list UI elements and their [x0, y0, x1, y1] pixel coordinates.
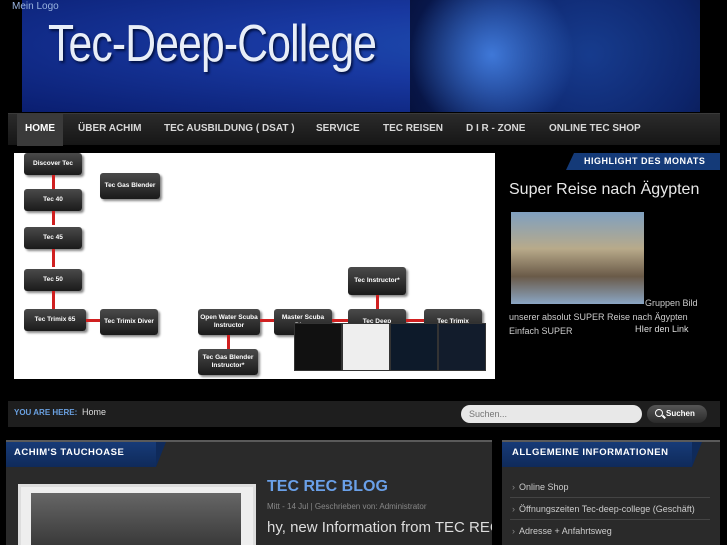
- flow-box: Tec 50: [24, 269, 82, 291]
- highlight-link[interactable]: HIer den Link: [635, 324, 689, 334]
- search-button-label: Suchen: [666, 409, 695, 418]
- divider: [510, 519, 710, 520]
- breadcrumb-label: YOU ARE HERE:: [14, 408, 78, 417]
- post-body: hy, new Information from TEC REC,: [267, 519, 492, 536]
- info-link-adresse[interactable]: Adresse + Anfahrtsweg: [512, 526, 612, 536]
- slide-thumbnail[interactable]: [438, 323, 486, 371]
- search-icon: [655, 409, 663, 417]
- highlight-caption: Gruppen Bild: [645, 298, 698, 308]
- main-nav: HOME ÜBER ACHIM TEC AUSBILDUNG ( DSAT ) …: [8, 113, 720, 146]
- info-link-oeffnungszeiten[interactable]: Öffnungszeiten Tec-deep-college (Geschäf…: [512, 504, 695, 514]
- right-panel-tab: ALLGEMEINE INFORMATIONEN: [502, 442, 702, 467]
- flow-box: Tec Gas Blender: [100, 173, 160, 199]
- nav-item-service[interactable]: SERVICE: [316, 114, 360, 146]
- flow-box: Tec 40: [24, 189, 82, 211]
- nav-item-tec-ausbildung[interactable]: TEC AUSBILDUNG ( DSAT ): [164, 114, 295, 146]
- divider: [510, 497, 710, 498]
- nav-item-home[interactable]: HOME: [17, 114, 63, 146]
- header-banner: Tec-Deep-College: [22, 0, 700, 112]
- info-link-online-shop[interactable]: Online Shop: [512, 482, 569, 492]
- nav-item-dir-zone[interactable]: D I R - ZONE: [466, 114, 525, 146]
- highlight-image[interactable]: [511, 212, 644, 304]
- post-meta: Mitt - 14 Jul | Geschrieben von: Adminis…: [267, 502, 427, 511]
- nav-item-online-tec-shop[interactable]: ONLINE TEC SHOP: [549, 114, 641, 146]
- slide-thumbnail[interactable]: [294, 323, 342, 371]
- slideshow[interactable]: Discover Tec Tec 40 Tec 45 Tec 50 Tec Tr…: [14, 153, 495, 379]
- slide-thumbnail[interactable]: [390, 323, 438, 371]
- flow-box: Open Water Scuba Instructor: [198, 309, 260, 335]
- flow-box: Discover Tec: [24, 153, 82, 175]
- flow-box: Tec Trimix 65: [24, 309, 86, 331]
- flow-box: Tec Gas Blender Instructor*: [198, 349, 258, 375]
- nav-item-tec-reisen[interactable]: TEC REISEN: [383, 114, 443, 146]
- flow-box: Tec Trimix Diver: [100, 309, 158, 335]
- highlight-tab: HIGHLIGHT DES MONATS: [566, 153, 720, 170]
- flow-box: Tec Instructor*: [348, 267, 406, 295]
- search-input[interactable]: [461, 405, 642, 423]
- nav-item-ueber-achim[interactable]: ÜBER ACHIM: [78, 114, 142, 146]
- post-title[interactable]: TEC REC BLOG: [267, 478, 388, 496]
- site-title[interactable]: Tec-Deep-College: [48, 14, 377, 74]
- search-button[interactable]: Suchen: [647, 405, 707, 423]
- breadcrumb-home[interactable]: Home: [82, 407, 106, 417]
- post-image[interactable]: [18, 484, 256, 545]
- left-panel-tab: ACHIM'S TAUCHOASE: [6, 442, 166, 467]
- logo-alt-text[interactable]: Mein Logo: [12, 1, 59, 12]
- highlight-title: Super Reise nach Ägypten: [509, 181, 700, 198]
- page: Tec-Deep-College Mein Logo HOME ÜBER ACH…: [0, 0, 727, 545]
- slide-thumbnail[interactable]: [342, 323, 390, 371]
- flow-box: Tec 45: [24, 227, 82, 249]
